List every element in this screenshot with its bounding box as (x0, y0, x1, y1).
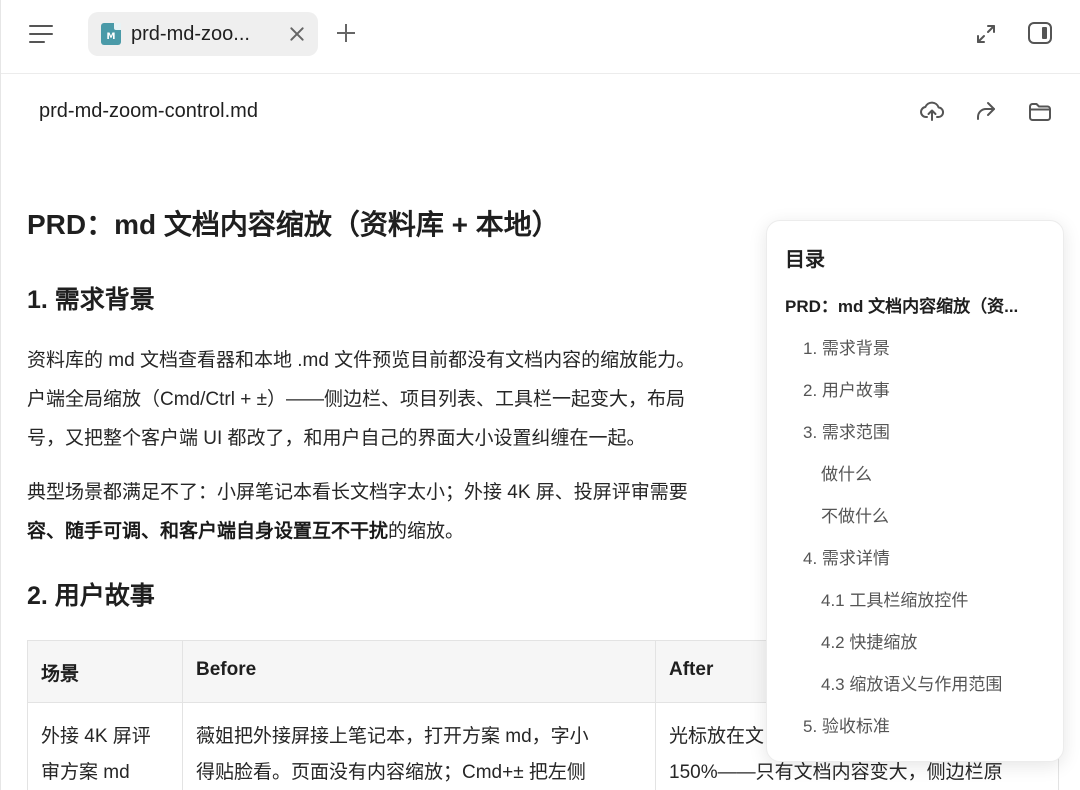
expand-icon[interactable] (974, 22, 998, 46)
file-name: prd-md-zoom-control.md (39, 100, 258, 122)
table-cell: 薇姐把外接屏接上笔记本，打开方案 md，字小 得贴脸看。页面没有内容缩放；Cmd… (182, 702, 656, 790)
plus-icon[interactable] (337, 24, 355, 42)
toc-item[interactable]: 4.1 工具栏缩放控件 (785, 586, 1063, 628)
tab-label: prd-md-zoo... (131, 22, 250, 45)
toc-item[interactable]: 做什么 (785, 460, 1063, 502)
cell-line: 审方案 md (41, 762, 130, 783)
toc-item[interactable]: 4.3 缩放语义与作用范围 (785, 670, 1063, 712)
document-title: PRD：md 文档内容缩放（资料库 + 本地） (27, 209, 560, 240)
toc-item[interactable]: 1. 需求背景 (785, 334, 1063, 376)
close-icon[interactable] (288, 25, 306, 43)
cell-line: 薇姐把外接屏接上笔记本，打开方案 md，字小 (196, 726, 589, 747)
toc-item[interactable]: PRD：md 文档内容缩放（资... (785, 292, 1047, 334)
table-of-contents-panel: 目录 PRD：md 文档内容缩放（资... 1. 需求背景 2. 用户故事 3.… (766, 220, 1064, 762)
table-header-cell: Before (182, 640, 656, 703)
toc-item[interactable]: 2. 用户故事 (785, 376, 1063, 418)
plain-text: 的缩放。 (388, 521, 465, 542)
toc-item[interactable]: 不做什么 (785, 502, 1063, 544)
markdown-file-icon: M (101, 23, 121, 45)
heading-background: 1. 需求背景 (27, 286, 155, 314)
toc-item[interactable]: 5. 验收标准 (785, 712, 1063, 754)
table-cell: 外接 4K 屏评 审方案 md (27, 702, 183, 790)
heading-user-stories: 2. 用户故事 (27, 582, 155, 610)
side-panel-icon[interactable] (1028, 22, 1052, 44)
cell-line: 外接 4K 屏评 (41, 726, 151, 747)
folder-icon[interactable] (1027, 98, 1053, 124)
table-header-cell: 场景 (27, 640, 183, 703)
bold-text: 容、随手可调、和客户端自身设置互不干扰 (27, 521, 389, 542)
hamburger-menu-icon[interactable] (29, 20, 59, 48)
cell-line: 得贴脸看。页面没有内容缩放；Cmd+± 把左侧 (196, 762, 586, 783)
toc-item[interactable]: 3. 需求范围 (785, 418, 1063, 460)
tab-bar: M prd-md-zoo... (1, 0, 1080, 74)
app-window: M prd-md-zoo... prd-md-zoom-control.md P… (0, 0, 1080, 790)
share-forward-icon[interactable] (973, 98, 999, 124)
cloud-upload-icon[interactable] (919, 98, 945, 124)
tab-prd-md-zoom-control[interactable]: M prd-md-zoo... (88, 12, 318, 56)
toc-title: 目录 (785, 249, 825, 271)
toc-item[interactable]: 4. 需求详情 (785, 544, 1063, 586)
toc-item[interactable]: 4.2 快捷缩放 (785, 628, 1063, 670)
